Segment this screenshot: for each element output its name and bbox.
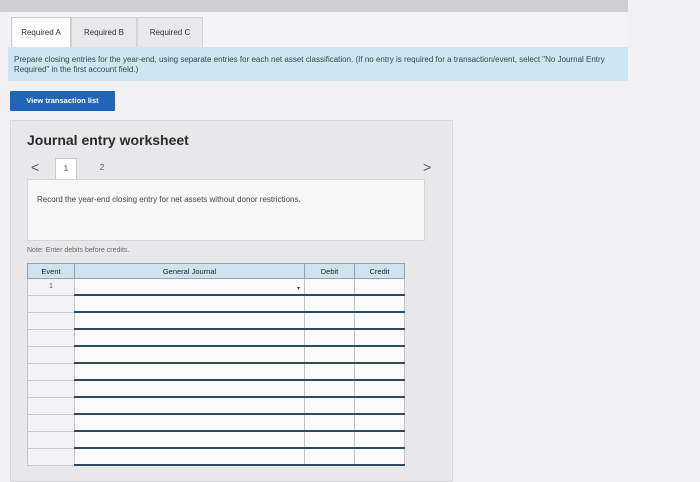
event-cell (27, 329, 75, 347)
instructions-banner: Prepare closing entries for the year-end… (8, 47, 628, 81)
event-cell (27, 397, 75, 415)
event-cell (27, 380, 75, 398)
table-row (27, 414, 405, 432)
debit-input[interactable] (304, 380, 355, 398)
account-select[interactable]: ▾ (74, 278, 305, 296)
account-select[interactable] (74, 312, 305, 330)
table-row (27, 295, 405, 313)
event-cell (27, 448, 75, 466)
note-text: Note: Enter debits before credits. (27, 247, 130, 254)
credit-input[interactable] (354, 414, 405, 432)
next-arrow-icon[interactable]: > (423, 159, 431, 175)
account-select[interactable] (74, 431, 305, 449)
table-row: 1 ▾ (27, 278, 405, 296)
credit-input[interactable] (354, 397, 405, 415)
credit-input[interactable] (354, 448, 405, 466)
debit-input[interactable] (304, 312, 355, 330)
page-tab-1[interactable]: 1 (55, 158, 77, 180)
table-row (27, 448, 405, 466)
account-select[interactable] (74, 397, 305, 415)
event-cell (27, 346, 75, 364)
journal-entry-worksheet: Journal entry worksheet < > 1 2 Record t… (10, 120, 453, 482)
account-select[interactable] (74, 329, 305, 347)
account-select[interactable] (74, 414, 305, 432)
worksheet-title: Journal entry worksheet (27, 132, 189, 148)
event-cell (27, 363, 75, 381)
account-select[interactable] (74, 380, 305, 398)
journal-table: Event General Journal Debit Credit 1 ▾ (27, 263, 405, 466)
debit-input[interactable] (304, 448, 355, 466)
prev-arrow-icon[interactable]: < (31, 159, 39, 175)
debit-input[interactable] (304, 346, 355, 364)
debit-input[interactable] (304, 397, 355, 415)
table-row (27, 380, 405, 398)
credit-input[interactable] (354, 329, 405, 347)
debit-input[interactable] (304, 278, 355, 296)
view-transaction-list-button[interactable]: View transaction list (10, 91, 115, 111)
top-bar (0, 0, 628, 12)
header-credit: Credit (354, 263, 405, 279)
credit-input[interactable] (354, 295, 405, 313)
debit-input[interactable] (304, 295, 355, 313)
page-tab-2[interactable]: 2 (91, 158, 113, 178)
account-select[interactable] (74, 295, 305, 313)
debit-input[interactable] (304, 431, 355, 449)
debit-input[interactable] (304, 329, 355, 347)
event-cell (27, 312, 75, 330)
header-event: Event (27, 263, 75, 279)
table-row (27, 431, 405, 449)
credit-input[interactable] (354, 346, 405, 364)
instructions-text: Prepare closing entries for the year-end… (14, 55, 605, 74)
credit-input[interactable] (354, 278, 405, 296)
debit-input[interactable] (304, 414, 355, 432)
table-row (27, 397, 405, 415)
event-cell (27, 414, 75, 432)
account-select[interactable] (74, 448, 305, 466)
table-row (27, 346, 405, 364)
tab-required-b[interactable]: Required B (71, 17, 137, 47)
entry-instruction-box: Record the year-end closing entry for ne… (27, 179, 425, 241)
debit-input[interactable] (304, 363, 355, 381)
table-row (27, 312, 405, 330)
tab-required-a[interactable]: Required A (11, 17, 71, 47)
entry-instruction-text: Record the year-end closing entry for ne… (37, 195, 301, 204)
table-row (27, 363, 405, 381)
credit-input[interactable] (354, 431, 405, 449)
account-select[interactable] (74, 363, 305, 381)
dropdown-arrow-icon[interactable]: ▾ (297, 285, 300, 292)
credit-input[interactable] (354, 312, 405, 330)
event-cell (27, 295, 75, 313)
event-cell (27, 431, 75, 449)
credit-input[interactable] (354, 363, 405, 381)
account-select[interactable] (74, 346, 305, 364)
credit-input[interactable] (354, 380, 405, 398)
table-row (27, 329, 405, 347)
event-cell: 1 (27, 278, 75, 296)
header-general-journal: General Journal (74, 263, 305, 279)
header-debit: Debit (304, 263, 355, 279)
tab-required-c[interactable]: Required C (137, 17, 203, 47)
